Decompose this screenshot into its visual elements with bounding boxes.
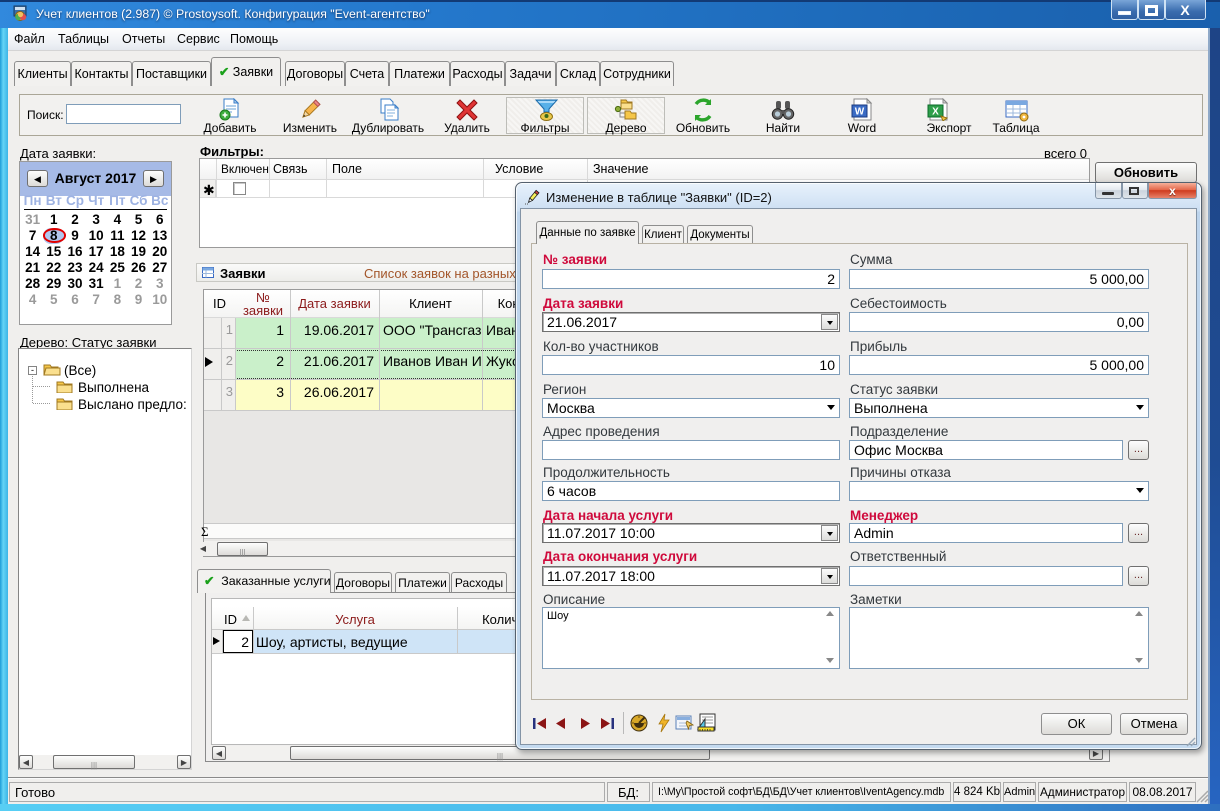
svg-text:W: W (855, 107, 865, 118)
svg-text:X: X (932, 107, 939, 118)
